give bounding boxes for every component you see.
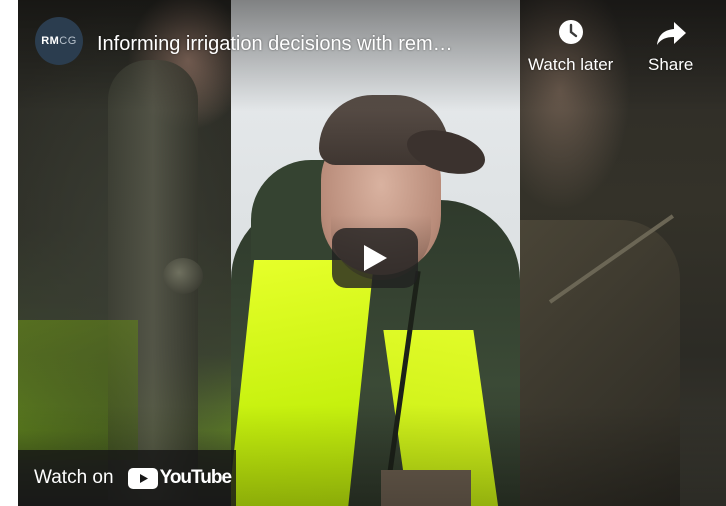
channel-avatar[interactable]: RMCG [35, 17, 83, 65]
play-icon [364, 245, 387, 271]
share-label: Share [648, 55, 694, 74]
clock-icon [558, 20, 583, 44]
watch-later-label: Watch later [528, 55, 614, 74]
jacket-button [163, 258, 203, 294]
youtube-logo: YouTube [127, 467, 232, 489]
watch-on-label: Watch on [34, 467, 114, 488]
channel-logo-strong: RM [41, 35, 60, 47]
watch-on-youtube-link[interactable]: Watch on YouTube [18, 450, 236, 506]
play-button[interactable] [332, 228, 418, 288]
hi-vis-vest-blur [18, 320, 138, 460]
watch-later-button[interactable]: Watch later [528, 16, 613, 75]
channel-logo-text: RMCG [41, 35, 77, 47]
youtube-wordmark: YouTube [159, 467, 232, 488]
video-title[interactable]: Informing irrigation decisions with rem… [97, 31, 517, 57]
channel-logo-light: CG [59, 35, 77, 47]
blurred-backdrop-right [520, 0, 726, 506]
youtube-embed-player[interactable]: RMCG Informing irrigation decisions with… [18, 0, 726, 506]
blurred-backdrop-left [18, 0, 231, 506]
share-arrow-icon [656, 22, 686, 45]
share-button[interactable]: Share [648, 16, 693, 75]
youtube-logo-icon [127, 467, 158, 489]
ground [381, 470, 471, 506]
